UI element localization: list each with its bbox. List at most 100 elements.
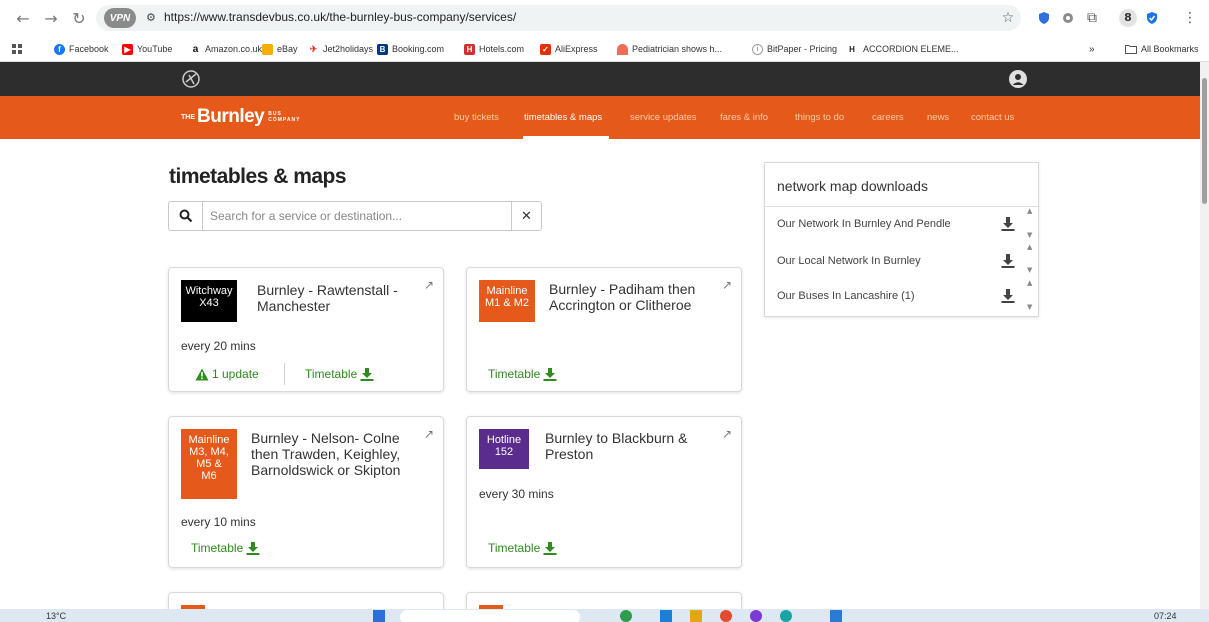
bookmark-hotels[interactable]: H Hotels.com bbox=[464, 41, 524, 57]
weather-temp[interactable]: 13°C bbox=[46, 611, 66, 621]
pediatrician-icon bbox=[617, 43, 628, 55]
card-divider bbox=[284, 363, 285, 385]
scroll-up-arrow[interactable]: ▲ bbox=[1027, 243, 1032, 251]
network-map-item[interactable]: Our Network In Burnley And Pendle bbox=[777, 218, 951, 230]
hotels-icon: H bbox=[464, 43, 475, 55]
browser-menu-icon[interactable]: ⋮ bbox=[1182, 8, 1198, 28]
network-map-item[interactable]: Our Local Network In Burnley bbox=[777, 255, 921, 267]
scroll-down-arrow[interactable]: ▼ bbox=[1027, 231, 1032, 239]
more-bookmarks-button[interactable]: » bbox=[1089, 41, 1095, 57]
scroll-down-arrow[interactable]: ▼ bbox=[1027, 303, 1032, 311]
forward-icon[interactable]: → bbox=[40, 7, 62, 29]
timetable-download-link[interactable]: Timetable bbox=[191, 541, 260, 555]
service-frequency: every 10 mins bbox=[181, 515, 256, 529]
scroll-down-arrow[interactable]: ▼ bbox=[1027, 266, 1032, 274]
back-icon[interactable]: ← bbox=[12, 7, 34, 29]
nav-timetables-maps[interactable]: timetables & maps bbox=[524, 112, 602, 123]
taskbar-app-icon[interactable] bbox=[660, 610, 672, 622]
profile-avatar[interactable]: 8 bbox=[1118, 8, 1138, 28]
extension-shield-icon[interactable] bbox=[1034, 8, 1054, 28]
bookmark-aliexpress[interactable]: ✓ AliExpress bbox=[540, 41, 598, 57]
route-badge: Hotline 152 bbox=[479, 429, 529, 469]
bookmark-accordion[interactable]: H ACCORDION ELEME... bbox=[845, 41, 959, 57]
service-title[interactable]: Burnley - Rawtenstall - Manchester bbox=[257, 282, 427, 314]
booking-icon: B bbox=[377, 43, 388, 55]
burnley-bus-logo[interactable]: THE Burnley BUS COMPANY bbox=[181, 105, 300, 129]
folder-icon bbox=[1125, 45, 1137, 54]
extensions-puzzle-icon[interactable]: ⧉ bbox=[1082, 8, 1102, 28]
bookmark-jet2[interactable]: ✈ Jet2holidays bbox=[308, 41, 373, 57]
timetable-download-link[interactable]: Timetable bbox=[305, 367, 374, 381]
timetable-download-link[interactable]: Timetable bbox=[488, 541, 557, 555]
bookmark-facebook[interactable]: f Facebook bbox=[54, 41, 109, 57]
bookmark-youtube[interactable]: ▶ YouTube bbox=[122, 41, 172, 57]
jet2-icon: ✈ bbox=[308, 43, 319, 55]
clock[interactable]: 07:24 bbox=[1154, 611, 1177, 621]
page-scrollbar-thumb[interactable] bbox=[1202, 78, 1207, 204]
bookmark-bitpaper[interactable]: i BitPaper - Pricing bbox=[752, 41, 837, 57]
service-card-m3-m6[interactable]: Mainline M3, M4, M5 & M6 Burnley - Nelso… bbox=[168, 416, 444, 568]
url-text[interactable]: https://www.transdevbus.co.uk/the-burnle… bbox=[164, 10, 516, 24]
open-external-icon[interactable]: ↗ bbox=[722, 278, 732, 292]
service-card-152[interactable]: Hotline 152 Burnley to Blackburn & Prest… bbox=[466, 416, 742, 568]
account-user-icon[interactable] bbox=[1009, 70, 1027, 88]
transdev-logo[interactable] bbox=[180, 68, 202, 90]
bookmarks-bar: f Facebook ▶ YouTube a Amazon.co.uk eBay ✈ J… bbox=[0, 36, 1209, 62]
download-icon bbox=[543, 367, 557, 381]
nav-careers[interactable]: careers bbox=[872, 112, 904, 123]
taskbar-app-icon[interactable] bbox=[780, 610, 792, 622]
network-map-item[interactable]: Our Buses In Lancashire (1) bbox=[777, 290, 915, 302]
clear-search-button[interactable]: ✕ bbox=[511, 202, 541, 230]
reload-icon[interactable]: ↻ bbox=[68, 7, 90, 29]
route-badge: Mainline M1 & M2 bbox=[479, 280, 535, 322]
service-title[interactable]: Burnley to Blackburn & Preston bbox=[545, 430, 715, 462]
amazon-icon: a bbox=[190, 43, 201, 55]
search-input[interactable] bbox=[210, 207, 510, 225]
nav-buy-tickets[interactable]: buy tickets bbox=[454, 112, 499, 123]
nav-fares-info[interactable]: fares & info bbox=[720, 112, 768, 123]
os-taskbar: 13°C 07:24 bbox=[0, 609, 1209, 622]
taskbar-app-icon[interactable] bbox=[750, 610, 762, 622]
extension-shield-blue-icon[interactable] bbox=[1142, 8, 1162, 28]
open-external-icon[interactable]: ↗ bbox=[424, 278, 434, 292]
route-badge: Witchway X43 bbox=[181, 280, 237, 322]
download-icon[interactable] bbox=[1001, 217, 1015, 231]
all-bookmarks-button[interactable]: All Bookmarks bbox=[1125, 41, 1199, 57]
nav-contact-us[interactable]: contact us bbox=[971, 112, 1014, 123]
service-update-link[interactable]: 1 update bbox=[195, 367, 259, 381]
taskbar-app-icon[interactable] bbox=[830, 610, 842, 622]
vpn-badge[interactable]: VPN bbox=[104, 8, 136, 28]
site-info-icon[interactable]: ⚙ bbox=[146, 11, 156, 24]
apps-grid-icon[interactable] bbox=[12, 41, 23, 57]
download-icon[interactable] bbox=[1001, 254, 1015, 268]
scroll-up-arrow[interactable]: ▲ bbox=[1027, 279, 1032, 287]
taskbar-app-icon[interactable] bbox=[620, 610, 632, 622]
taskbar-app-icon[interactable] bbox=[690, 610, 702, 622]
service-title[interactable]: Burnley - Nelson- Colne then Trawden, Ke… bbox=[251, 430, 429, 478]
bookmark-ebay[interactable]: eBay bbox=[262, 41, 298, 57]
network-map-downloads: network map downloads Our Network In Bur… bbox=[764, 162, 1039, 317]
service-card-x43[interactable]: Witchway X43 Burnley - Rawtenstall - Man… bbox=[168, 267, 444, 392]
search-icon[interactable] bbox=[169, 202, 203, 230]
scroll-up-arrow[interactable]: ▲ bbox=[1027, 207, 1032, 215]
nav-service-updates[interactable]: service updates bbox=[630, 112, 697, 123]
download-icon[interactable] bbox=[1001, 289, 1015, 303]
nav-things-to-do[interactable]: things to do bbox=[795, 112, 844, 123]
start-icon[interactable] bbox=[373, 610, 385, 622]
download-icon bbox=[543, 541, 557, 555]
open-external-icon[interactable]: ↗ bbox=[424, 427, 434, 441]
taskbar-app-icon[interactable] bbox=[720, 610, 732, 622]
timetable-download-link[interactable]: Timetable bbox=[488, 367, 557, 381]
youtube-icon: ▶ bbox=[122, 43, 133, 55]
nav-news[interactable]: news bbox=[927, 112, 949, 123]
search-taskbar-field[interactable] bbox=[400, 610, 580, 622]
extension-gear-icon[interactable] bbox=[1058, 8, 1078, 28]
bookmark-amazon[interactable]: a Amazon.co.uk bbox=[190, 41, 262, 57]
open-external-icon[interactable]: ↗ bbox=[722, 427, 732, 441]
service-title[interactable]: Burnley - Padiham then Accrington or Cli… bbox=[549, 281, 721, 313]
facebook-icon: f bbox=[54, 43, 65, 55]
bookmark-star-icon[interactable]: ☆ bbox=[998, 8, 1018, 28]
bookmark-pediatrician[interactable]: Pediatrician shows h... bbox=[617, 41, 722, 57]
service-card-m1-m2[interactable]: Mainline M1 & M2 Burnley - Padiham then … bbox=[466, 267, 742, 392]
bookmark-booking[interactable]: B Booking.com bbox=[377, 41, 444, 57]
